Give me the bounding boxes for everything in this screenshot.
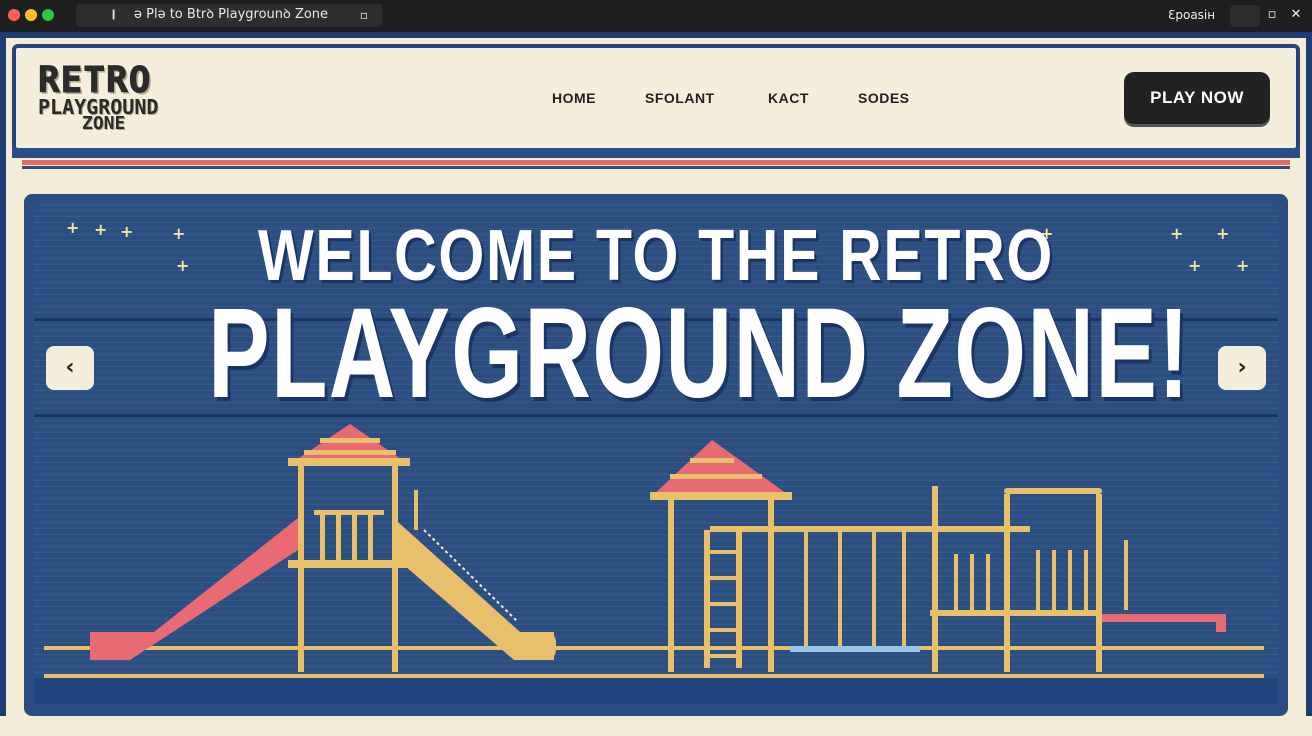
hero-title-line2: PLAYGROUND ZONE! <box>208 282 1191 425</box>
tower-post <box>768 500 774 672</box>
tower-roof-base <box>288 458 410 466</box>
tower-roof-stripe <box>320 438 380 443</box>
tower-roof <box>652 440 790 496</box>
close-icon[interactable]: ✕ <box>1286 5 1306 25</box>
restore-icon[interactable]: ▫ <box>1262 5 1282 25</box>
nav-item-4[interactable]: SODES <box>858 88 910 108</box>
ground-rail <box>44 646 1264 650</box>
nav-item-3[interactable]: KACT <box>768 88 809 108</box>
tower-deck <box>288 560 410 568</box>
minimize-window-button[interactable] <box>25 9 37 21</box>
small-red-slide <box>1102 614 1224 622</box>
monkey-bars <box>710 526 1030 532</box>
tower-post <box>392 466 398 672</box>
page-bottom-strip <box>0 716 1312 736</box>
tab-close-icon[interactable]: ▫ <box>357 7 371 23</box>
chevron-left-icon: ‹ <box>65 355 75 380</box>
tower-post <box>668 500 674 672</box>
close-window-button[interactable] <box>8 9 20 21</box>
play-now-button[interactable]: PLAY NOW <box>1124 72 1270 124</box>
tower-roof-base <box>650 492 792 500</box>
tab-favicon-icon: ❙ <box>110 7 118 21</box>
sparkle-icon: + <box>1188 256 1202 275</box>
user-label[interactable]: Ɛpoasiн <box>1168 8 1215 23</box>
window-titlebar: ❙ ǝ Plə to Btrꝺ Playgrounꝺ Zone ▫ Ɛpoasi… <box>0 0 1312 32</box>
ground-rail <box>44 674 1264 678</box>
sparkle-icon: + <box>120 222 134 241</box>
tab-title[interactable]: ǝ Plə to Btrꝺ Playgrounꝺ Zone <box>134 7 328 23</box>
stepping-logs <box>790 646 920 652</box>
nav-item-2[interactable]: SFOLANT <box>645 88 715 108</box>
ground-floor <box>34 678 1278 704</box>
carousel-next-button[interactable]: › <box>1218 346 1266 390</box>
header-stripe-dark <box>22 166 1290 169</box>
climbing-deck <box>930 610 1102 616</box>
header-shadow <box>12 148 1300 158</box>
user-menu-button[interactable] <box>1230 5 1260 27</box>
tower-post <box>298 466 304 672</box>
sparkle-icon: + <box>1216 224 1230 243</box>
sparkle-icon: + <box>1170 224 1184 243</box>
carousel-prev-button[interactable]: ‹ <box>46 346 94 390</box>
sparkle-icon: + <box>94 220 108 239</box>
playground-illustration <box>34 424 1278 704</box>
sparkle-icon: + <box>66 218 80 237</box>
chevron-right-icon: › <box>1237 355 1247 380</box>
header-stripe <box>22 160 1290 165</box>
nav-home[interactable]: HOME <box>552 88 596 108</box>
tower-roof-stripe <box>304 450 396 455</box>
site-logo[interactable]: RETRO PLAYGROUND ZONE <box>38 61 248 134</box>
maximize-window-button[interactable] <box>42 9 54 21</box>
logo-line-zone: ZONE <box>82 113 126 134</box>
climbing-post <box>932 486 938 672</box>
sparkle-icon: + <box>1236 256 1250 275</box>
